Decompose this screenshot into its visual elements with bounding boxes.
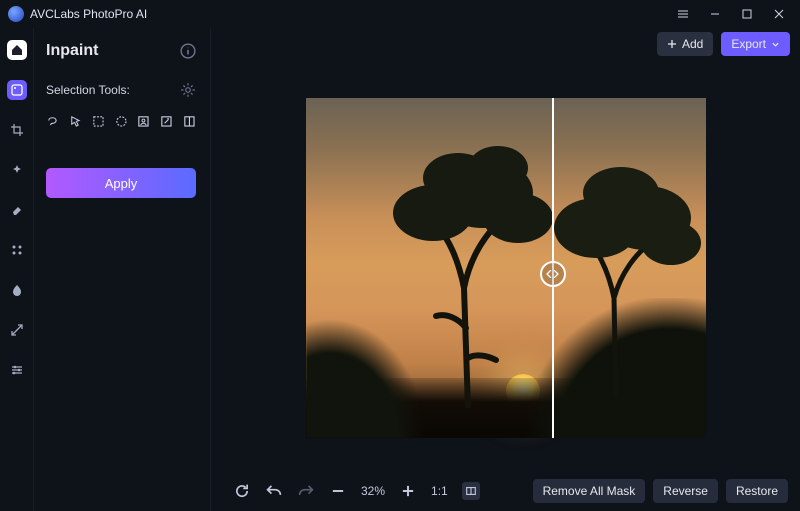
marquee-tool-icon[interactable] bbox=[92, 112, 105, 130]
apply-label: Apply bbox=[105, 176, 138, 191]
undo-icon[interactable] bbox=[265, 482, 283, 500]
portrait-tool-icon[interactable] bbox=[137, 112, 150, 130]
canvas-stage[interactable] bbox=[211, 28, 800, 471]
close-button[interactable] bbox=[766, 4, 792, 24]
zoom-value: 32% bbox=[361, 484, 385, 498]
bottom-toolbar: 32% 1:1 Remove All Mask Reverse Restore bbox=[211, 471, 800, 511]
restore-button[interactable]: Restore bbox=[726, 479, 788, 503]
info-icon[interactable] bbox=[180, 43, 196, 59]
gear-icon[interactable] bbox=[180, 82, 196, 98]
export-label: Export bbox=[731, 37, 766, 51]
fit-screen-icon[interactable] bbox=[462, 482, 480, 500]
canvas-area: 32% 1:1 Remove All Mask Reverse Restore bbox=[210, 28, 800, 511]
compare-handle[interactable] bbox=[540, 261, 566, 287]
minimize-button[interactable] bbox=[702, 4, 728, 24]
lasso-tool-icon[interactable] bbox=[46, 112, 59, 130]
sparkle-icon[interactable] bbox=[7, 160, 27, 180]
magic-tool-icon[interactable] bbox=[160, 112, 173, 130]
restore-label: Restore bbox=[736, 484, 778, 498]
app-title: AVCLabs PhotoPro AI bbox=[30, 7, 664, 21]
add-button[interactable]: Add bbox=[657, 32, 713, 56]
remove-all-mask-button[interactable]: Remove All Mask bbox=[533, 479, 646, 503]
app-logo bbox=[8, 6, 24, 22]
tree-silhouette bbox=[388, 108, 558, 408]
chevron-down-icon bbox=[771, 40, 780, 49]
paint-icon[interactable] bbox=[7, 280, 27, 300]
preview-image bbox=[306, 98, 706, 438]
add-label: Add bbox=[682, 37, 703, 51]
redo-icon[interactable] bbox=[297, 482, 315, 500]
home-icon[interactable] bbox=[7, 40, 27, 60]
crop-tool-icon[interactable] bbox=[7, 120, 27, 140]
menu-icon[interactable] bbox=[670, 4, 696, 24]
resize-icon[interactable] bbox=[7, 320, 27, 340]
zoom-in-icon[interactable] bbox=[399, 482, 417, 500]
reverse-button[interactable]: Reverse bbox=[653, 479, 718, 503]
refresh-icon[interactable] bbox=[233, 482, 251, 500]
compare-tool-icon[interactable] bbox=[183, 112, 196, 130]
left-rail bbox=[0, 28, 34, 511]
tree-silhouette-2 bbox=[546, 138, 706, 398]
page-title: Inpaint bbox=[46, 42, 98, 60]
window-titlebar: AVCLabs PhotoPro AI bbox=[0, 0, 800, 28]
compare-divider[interactable] bbox=[552, 98, 554, 438]
top-actions: Add Export bbox=[657, 32, 790, 56]
eraser-icon[interactable] bbox=[7, 200, 27, 220]
maximize-button[interactable] bbox=[734, 4, 760, 24]
one-to-one-button[interactable]: 1:1 bbox=[431, 484, 448, 498]
selection-tools bbox=[46, 112, 196, 130]
blur-icon[interactable] bbox=[7, 240, 27, 260]
gallery-icon[interactable] bbox=[7, 80, 27, 100]
sidebar: Inpaint Selection Tools: Apply bbox=[34, 28, 210, 511]
reverse-label: Reverse bbox=[663, 484, 708, 498]
zoom-out-icon[interactable] bbox=[329, 482, 347, 500]
sliders-icon[interactable] bbox=[7, 360, 27, 380]
remove-all-mask-label: Remove All Mask bbox=[543, 484, 636, 498]
plus-icon bbox=[667, 39, 677, 49]
pointer-tool-icon[interactable] bbox=[69, 112, 82, 130]
ellipse-tool-icon[interactable] bbox=[115, 112, 128, 130]
apply-button[interactable]: Apply bbox=[46, 168, 196, 198]
export-button[interactable]: Export bbox=[721, 32, 790, 56]
selection-tools-label: Selection Tools: bbox=[46, 83, 130, 97]
